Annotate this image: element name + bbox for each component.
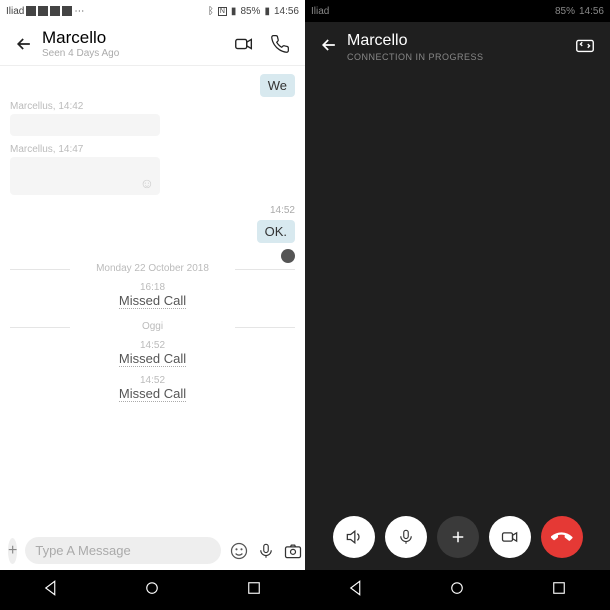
message-time: 14:52 xyxy=(10,199,295,216)
android-navbar xyxy=(0,570,305,610)
call-label: Missed Call xyxy=(119,386,186,402)
status-bar-left: Iliad ⋯ ᛒ N ▮ 85% ▮ 14:56 xyxy=(0,0,305,22)
status-icon xyxy=(26,6,36,16)
call-entry[interactable]: 14:52 Missed Call xyxy=(10,340,295,367)
message-meta: Marcellus, 14:42 xyxy=(10,101,295,112)
message-incoming[interactable]: ☺ xyxy=(10,157,160,195)
contact-name: Marcello xyxy=(347,32,574,50)
voice-button[interactable] xyxy=(257,540,275,562)
battery-label: 85% xyxy=(240,6,260,17)
nav-back-button[interactable] xyxy=(347,579,365,602)
call-entry[interactable]: 16:18 Missed Call xyxy=(10,282,295,309)
chat-header: Marcello Seen 4 Days Ago xyxy=(0,22,305,66)
switch-camera-button[interactable] xyxy=(574,34,596,61)
time-label: 14:56 xyxy=(274,6,299,17)
battery-icon: ▮ xyxy=(264,6,270,17)
message-outgoing[interactable]: OK. xyxy=(257,220,295,243)
mute-button[interactable] xyxy=(385,516,427,558)
compose-bar: + xyxy=(0,530,305,570)
call-header: Marcello CONNECTION IN PROGRESS xyxy=(305,22,610,72)
add-button[interactable]: + xyxy=(8,538,17,564)
call-status-label: CONNECTION IN PROGRESS xyxy=(347,52,574,62)
call-time: 14:52 xyxy=(10,375,295,386)
nav-recent-button[interactable] xyxy=(245,579,263,602)
last-seen-label: Seen 4 Days Ago xyxy=(42,48,233,59)
android-navbar xyxy=(305,570,610,610)
more-options-button[interactable] xyxy=(437,516,479,558)
date-separator: Monday 22 October 2018 xyxy=(10,263,295,274)
emoji-button[interactable] xyxy=(229,540,249,562)
call-screen: Iliad 85% 14:56 Marcello CONNECTION IN P… xyxy=(305,0,610,610)
call-time: 16:18 xyxy=(10,282,295,293)
chat-body[interactable]: We Marcellus, 14:42 Marcellus, 14:47 ☺ 1… xyxy=(0,66,305,530)
status-bar-right: Iliad 85% 14:56 xyxy=(305,0,610,22)
nav-home-button[interactable] xyxy=(143,579,161,602)
call-time: 14:52 xyxy=(10,340,295,351)
status-icon xyxy=(38,6,48,16)
chat-screen: Iliad ⋯ ᛒ N ▮ 85% ▮ 14:56 Marcello Seen … xyxy=(0,0,305,610)
more-icon: ⋯ xyxy=(74,6,84,17)
signal-icon: ▮ xyxy=(231,6,237,17)
back-button[interactable] xyxy=(10,30,38,58)
call-label: Missed Call xyxy=(119,351,186,367)
nav-home-button[interactable] xyxy=(448,579,466,602)
battery-label: 85% xyxy=(555,6,575,17)
avatar xyxy=(281,249,295,263)
message-input[interactable] xyxy=(25,537,221,564)
nav-recent-button[interactable] xyxy=(550,579,568,602)
date-separator: Oggi xyxy=(10,321,295,332)
audio-call-button[interactable] xyxy=(269,33,291,55)
message-meta: Marcellus, 14:47 xyxy=(10,144,295,155)
call-entry[interactable]: 14:52 Missed Call xyxy=(10,375,295,402)
contact-name[interactable]: Marcello xyxy=(42,28,233,48)
status-icon xyxy=(50,6,60,16)
nav-back-button[interactable] xyxy=(42,579,60,602)
status-icon xyxy=(62,6,72,16)
carrier-label: Iliad xyxy=(6,6,24,17)
smile-icon: ☺ xyxy=(140,175,154,191)
message-outgoing[interactable]: We xyxy=(260,74,295,97)
camera-button[interactable] xyxy=(283,540,303,562)
call-label: Missed Call xyxy=(119,293,186,309)
speaker-button[interactable] xyxy=(333,516,375,558)
video-toggle-button[interactable] xyxy=(489,516,531,558)
nfc-icon: N xyxy=(218,7,227,16)
message-incoming[interactable] xyxy=(10,114,160,136)
back-button[interactable] xyxy=(319,35,339,60)
time-label: 14:56 xyxy=(579,6,604,17)
end-call-button[interactable] xyxy=(541,516,583,558)
carrier-label: Iliad xyxy=(311,6,329,17)
video-call-button[interactable] xyxy=(233,33,255,55)
call-controls xyxy=(305,504,610,570)
bluetooth-icon: ᛒ xyxy=(208,6,214,17)
call-body xyxy=(305,72,610,504)
